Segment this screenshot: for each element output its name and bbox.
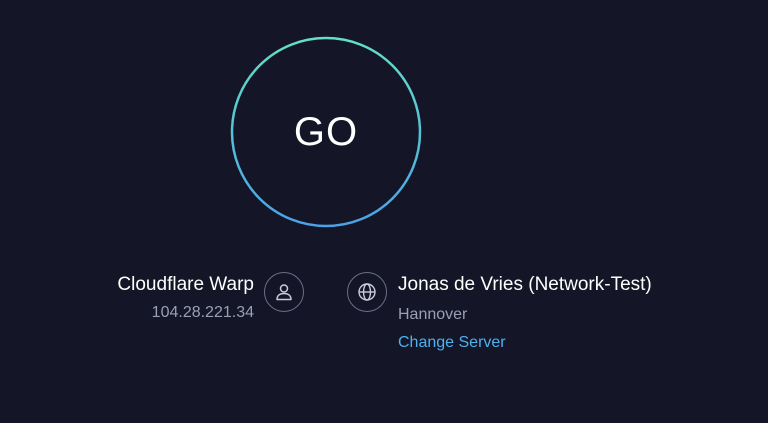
isp-name: Cloudflare Warp (117, 274, 254, 295)
go-button[interactable]: GO (230, 36, 422, 228)
server-name: Jonas de Vries (Network-Test) (398, 274, 652, 295)
server-info: Jonas de Vries (Network-Test) Hannover C… (398, 270, 658, 355)
globe-icon (347, 272, 387, 312)
user-icon (264, 272, 304, 312)
change-server-link[interactable]: Change Server (398, 331, 506, 355)
isp-ip-address: 104.28.221.34 (151, 304, 254, 321)
server-city: Hannover (398, 306, 468, 323)
isp-info: Cloudflare Warp 104.28.221.34 (117, 271, 254, 325)
go-label: GO (293, 109, 359, 154)
